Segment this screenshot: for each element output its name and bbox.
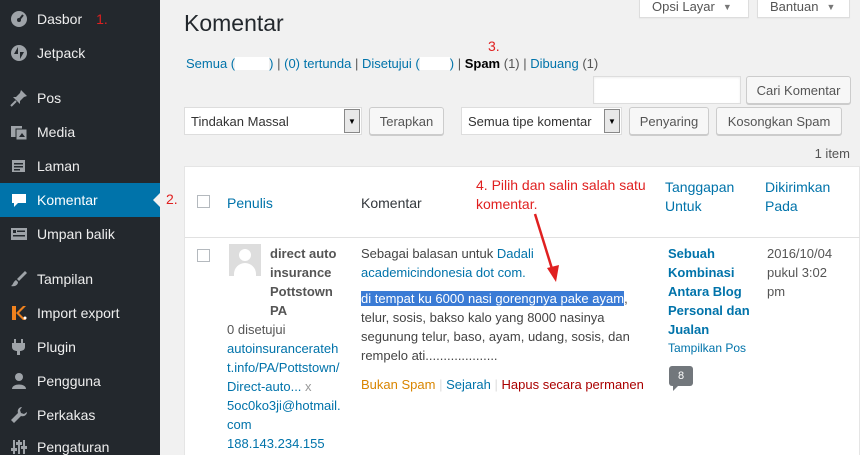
settings-icon bbox=[9, 437, 29, 455]
column-submitted-on[interactable]: Dikirimkan Pada bbox=[765, 178, 845, 216]
sidebar-item-pages[interactable]: Laman bbox=[0, 149, 160, 183]
search-input[interactable] bbox=[593, 76, 741, 104]
sidebar-item-feedback[interactable]: Umpan balik bbox=[0, 217, 160, 251]
column-author[interactable]: Penulis bbox=[227, 195, 273, 211]
sidebar-item-dashboard[interactable]: Dasbor 1. bbox=[0, 2, 160, 36]
selected-comment-text[interactable]: di tempat ku 6000 nasi gorengnya pake ay… bbox=[361, 291, 625, 306]
comment-cell: Sebagai balasan untuk Dadali academicind… bbox=[361, 244, 647, 394]
brush-icon bbox=[9, 269, 29, 289]
items-count: 1 item bbox=[814, 146, 850, 161]
sidebar-item-plugins[interactable]: Plugin bbox=[0, 330, 160, 364]
author-email-link[interactable]: 5oc0ko3ji@hotmail.com bbox=[227, 396, 345, 434]
sidebar-item-tools[interactable]: Perkakas bbox=[0, 398, 160, 432]
author-name: direct auto insurance Pottstown PA bbox=[270, 246, 337, 318]
filter-pending[interactable]: (0) tertunda bbox=[284, 56, 351, 71]
select-all-checkbox[interactable] bbox=[197, 195, 210, 208]
row-checkbox[interactable] bbox=[197, 249, 210, 262]
post-title-link[interactable]: Sebuah Kombinasi Antara Blog Personal da… bbox=[668, 244, 758, 339]
jetpack-icon bbox=[9, 43, 29, 63]
comment-type-select[interactable]: Semua tipe komentar ▼ bbox=[461, 107, 622, 135]
filter-spam[interactable]: Spam (1) bbox=[465, 56, 520, 71]
pin-icon bbox=[9, 88, 29, 108]
author-ip-link[interactable]: 188.143.234.155 bbox=[227, 434, 345, 453]
page-icon bbox=[9, 156, 29, 176]
plug-icon bbox=[9, 337, 29, 357]
delete-permanently-link[interactable]: Hapus secara permanen bbox=[502, 377, 644, 392]
help-button[interactable]: Bantuan ▼ bbox=[757, 0, 850, 18]
sidebar-item-appearance[interactable]: Tampilan bbox=[0, 262, 160, 296]
redacted-count bbox=[419, 57, 450, 70]
redacted-count bbox=[235, 57, 270, 70]
search-comments-button[interactable]: Cari Komentar bbox=[746, 76, 851, 104]
caret-down-icon: ▼ bbox=[722, 1, 732, 12]
bulk-action-select[interactable]: Tindakan Massal ▼ bbox=[184, 107, 362, 135]
media-icon bbox=[9, 122, 29, 142]
sidebar-item-jetpack[interactable]: Jetpack bbox=[0, 36, 160, 70]
empty-spam-button[interactable]: Kosongkan Spam bbox=[716, 107, 842, 135]
column-comment: Komentar bbox=[361, 195, 422, 211]
approved-count: 0 disetujui bbox=[227, 322, 286, 337]
dropdown-arrow-icon: ▼ bbox=[604, 109, 620, 133]
author-cell: direct auto insurance Pottstown PA 0 dis… bbox=[227, 244, 345, 453]
history-link[interactable]: Sejarah bbox=[446, 377, 491, 392]
feedback-icon bbox=[9, 224, 29, 244]
dropdown-arrow-icon: ▼ bbox=[344, 109, 360, 133]
column-in-response-to[interactable]: Tanggapan Untuk bbox=[665, 178, 745, 216]
row-actions: Bukan Spam | Sejarah | Hapus secara perm… bbox=[361, 377, 644, 392]
screen-options-button[interactable]: Opsi Layar ▼ bbox=[639, 0, 749, 18]
filter-all[interactable]: Semua () bbox=[186, 56, 273, 71]
annotation-step-4: 4. Pilih dan salin salah satu komentar. bbox=[476, 177, 646, 212]
user-icon bbox=[9, 371, 29, 391]
sidebar-item-posts[interactable]: Pos bbox=[0, 81, 160, 115]
filter-trash[interactable]: Dibuang (1) bbox=[530, 56, 598, 71]
sidebar-item-settings[interactable]: Pengaturan bbox=[0, 430, 160, 455]
sidebar-item-users[interactable]: Pengguna bbox=[0, 364, 160, 398]
comment-count-bubble[interactable]: 8 bbox=[669, 366, 693, 391]
sidebar-item-media[interactable]: Media bbox=[0, 115, 160, 149]
comment-text[interactable]: di tempat ku 6000 nasi gorengnya pake ay… bbox=[361, 289, 647, 365]
reply-info: Sebagai balasan untuk Dadali academicind… bbox=[361, 246, 534, 280]
submitted-date: 2016/10/04 pukul 3:02 pm bbox=[767, 246, 833, 299]
annotation-step-3: 3. bbox=[488, 38, 500, 54]
import-export-icon bbox=[9, 303, 29, 323]
status-filter-links: Semua () | (0) tertunda | Disetujui () |… bbox=[186, 56, 599, 71]
sidebar-item-import-export[interactable]: Import export bbox=[0, 296, 160, 330]
filter-button[interactable]: Penyaring bbox=[629, 107, 709, 135]
apply-button[interactable]: Terapkan bbox=[369, 107, 444, 135]
comment-icon bbox=[9, 190, 29, 210]
filter-approved[interactable]: Disetujui () bbox=[362, 56, 454, 71]
admin-sidebar: Dasbor 1. Jetpack Pos Media Laman Koment… bbox=[0, 0, 178, 455]
not-spam-link[interactable]: Bukan Spam bbox=[361, 377, 435, 392]
sidebar-item-comments[interactable]: Komentar bbox=[0, 183, 161, 217]
response-cell: Sebuah Kombinasi Antara Blog Personal da… bbox=[668, 244, 758, 358]
caret-down-icon: ▼ bbox=[826, 1, 836, 12]
page-title: Komentar bbox=[184, 10, 284, 36]
author-url-link[interactable]: autoinsurancerateht.info/PA/Pottstown/Di… bbox=[227, 339, 345, 396]
wrench-icon bbox=[9, 405, 29, 425]
view-post-link[interactable]: Tampilkan Pos bbox=[668, 339, 758, 358]
annotation-step-1: 1. bbox=[96, 11, 108, 27]
dashboard-icon bbox=[9, 9, 29, 29]
annotation-step-2: 2. bbox=[166, 191, 178, 207]
